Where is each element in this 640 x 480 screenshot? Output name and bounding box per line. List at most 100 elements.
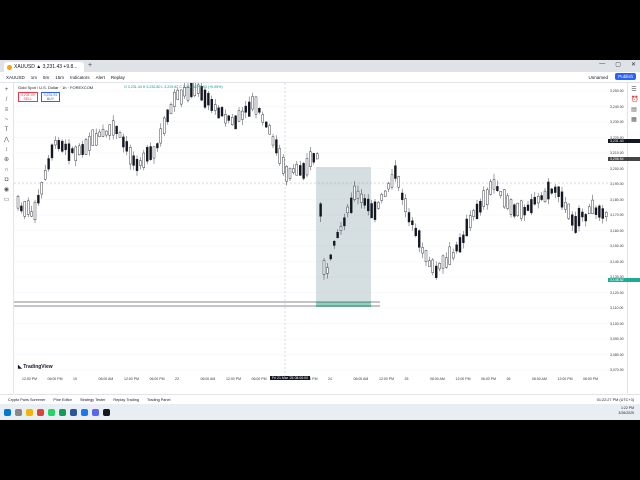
tab-strategy-tester[interactable]: Strategy Tester: [80, 398, 105, 402]
candle-body: [166, 109, 169, 123]
maximize-button[interactable]: ▢: [615, 61, 621, 68]
timeframe-15m[interactable]: 15m: [55, 75, 64, 80]
candle-body: [312, 153, 315, 163]
candle-body: [523, 207, 526, 216]
time-axis[interactable]: 12:00 PM 06:00 PM 19 06:00 AM 12:00 PM 06:00 …: [14, 376, 608, 384]
brush-icon[interactable]: ~: [4, 117, 10, 123]
symbol-search-button[interactable]: XAUUSD: [6, 75, 25, 80]
candle-body: [319, 203, 322, 217]
legend-title: Gold Spot / U.S. Dollar · 1h · FOREXCOM: [18, 85, 94, 90]
sell-label: SELL: [23, 97, 33, 101]
candle-body: [234, 115, 237, 130]
candle-body: [509, 199, 513, 215]
whatsapp-icon[interactable]: [48, 408, 55, 416]
symbol-legend[interactable]: Gold Spot / U.S. Dollar · 1h · FOREXCOM: [18, 85, 93, 90]
candle-body: [547, 181, 550, 200]
candle-body: [288, 167, 292, 179]
buy-button[interactable]: 3,231.91 BUY: [40, 92, 61, 102]
candle-body: [462, 234, 465, 243]
watchlist-icon[interactable]: ☰: [631, 87, 637, 93]
candle-body: [329, 254, 332, 260]
trend-line-icon[interactable]: /: [4, 97, 10, 103]
timeframe-5m[interactable]: 5m: [43, 75, 49, 80]
text-icon[interactable]: T: [4, 127, 10, 133]
candle-body: [404, 198, 407, 213]
candle-body: [564, 201, 567, 210]
facebook-icon[interactable]: [81, 408, 88, 416]
window-controls: — ▢ ✕: [599, 61, 636, 68]
tab-pine-editor[interactable]: Pine Editor: [53, 398, 72, 402]
browser-tab[interactable]: XAUUSD ▲ 3,231.43 +9.8...: [4, 62, 84, 72]
calendar-icon[interactable]: ▦: [631, 117, 637, 123]
candle-body: [356, 190, 360, 199]
tab-trading-panel[interactable]: Trading Panel: [147, 398, 171, 402]
pattern-icon[interactable]: ⋀: [4, 137, 10, 143]
price-tick-label: 3,170.00: [610, 213, 624, 217]
alerts-icon[interactable]: ⏰: [631, 97, 638, 103]
magnet-icon[interactable]: ∩: [4, 167, 10, 173]
search-icon[interactable]: [15, 408, 22, 416]
crosshair-icon[interactable]: +: [4, 87, 10, 93]
candle-body: [482, 190, 485, 207]
candle-body: [179, 89, 183, 105]
candle-body: [139, 160, 142, 166]
candle-body: [207, 92, 210, 106]
candle-body: [33, 202, 37, 221]
candle-body: [486, 189, 489, 205]
candle-body: [71, 148, 74, 154]
candle-body: [339, 225, 343, 231]
zoom-icon[interactable]: ⊕: [4, 157, 10, 163]
timeframe-1m[interactable]: 1m: [31, 75, 37, 80]
measure-icon[interactable]: ↕: [4, 147, 10, 153]
word-icon[interactable]: [70, 408, 77, 416]
tab-replay-trading[interactable]: Replay Trading: [113, 398, 139, 402]
lock-icon[interactable]: ◘: [4, 177, 10, 183]
trash-icon[interactable]: ▭: [4, 197, 10, 203]
price-chart[interactable]: [14, 83, 608, 393]
candle-body: [384, 190, 387, 197]
candle-body: [316, 153, 319, 160]
zone-price-tag: 3,148.52: [608, 278, 640, 282]
tradingview-icon[interactable]: [103, 408, 110, 416]
time-tick-label: 06:00 AM: [98, 377, 114, 381]
system-tray[interactable]: 1:22 PM 3/26/2025: [618, 406, 634, 416]
candle-body: [111, 120, 115, 136]
browser-tab-bar: XAUUSD ▲ 3,231.43 +9.8... + — ▢ ✕: [0, 60, 640, 72]
time-tick-label: 12:00 PM: [557, 377, 573, 381]
layout-name-button[interactable]: Unnamed: [588, 75, 608, 80]
candle-body: [50, 144, 54, 159]
eye-icon[interactable]: ◉: [4, 187, 10, 193]
candle-body: [503, 189, 506, 208]
tab-crypto-screener[interactable]: Crypto Pairs Screener: [8, 398, 45, 402]
candle-body: [295, 164, 298, 176]
current-price-tag: 3,231.43: [608, 139, 640, 143]
candle-body: [414, 227, 417, 236]
indicators-button[interactable]: Indicators: [70, 75, 90, 80]
minimize-button[interactable]: —: [599, 61, 605, 68]
price-axis[interactable]: 3,250.00 3,240.00 3,230.00 3,220.00 3,210.00…: [608, 83, 628, 393]
replay-button[interactable]: Replay: [111, 75, 125, 80]
candle-body: [571, 214, 574, 226]
file-explorer-icon[interactable]: [26, 408, 33, 416]
windows-start-icon[interactable]: [4, 408, 11, 416]
discord-icon[interactable]: [92, 408, 99, 416]
candle-body: [16, 196, 20, 209]
excel-icon[interactable]: [59, 408, 66, 416]
candle-body: [305, 158, 309, 176]
candle-body: [326, 267, 329, 274]
sell-button[interactable]: 3,231.03 SELL: [18, 92, 38, 102]
fib-icon[interactable]: ≡: [4, 107, 10, 113]
ohlc-values: O 3,231.44 H 3,232.80 L 3,229.62 C 3,231…: [124, 85, 223, 89]
candle-body: [363, 198, 366, 206]
alert-button[interactable]: Alert: [96, 75, 105, 80]
price-tick-label: 3,120.00: [610, 290, 624, 295]
new-tab-button[interactable]: +: [88, 62, 92, 69]
close-button[interactable]: ✕: [631, 61, 636, 68]
candle-body: [458, 237, 462, 253]
news-icon[interactable]: ▤: [631, 107, 637, 113]
candle-body: [176, 89, 180, 100]
candle-body: [152, 146, 156, 159]
chrome-icon[interactable]: [37, 408, 44, 416]
publish-button[interactable]: Publish: [615, 73, 636, 80]
candle-body: [108, 124, 112, 136]
